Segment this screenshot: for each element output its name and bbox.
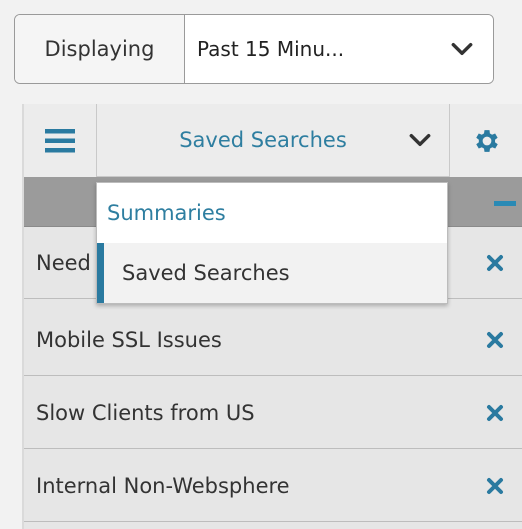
saved-searches-panel: Saved Searches Need Mobile SSL Issues Sl… [22,104,522,529]
saved-search-name: Internal Non-Websphere [36,473,290,498]
saved-search-row[interactable]: Mobile SSL Issues [24,304,522,376]
view-select-label: Saved Searches [179,128,347,152]
remove-icon[interactable] [486,404,504,422]
app-root: Displaying Past 15 Minu... Saved Searche… [0,0,522,529]
chevron-down-icon [409,133,431,147]
saved-search-name: Need [36,250,91,275]
saved-search-row[interactable]: Internal Non-Websphere [24,450,522,522]
chevron-down-icon [451,42,473,56]
time-range-dropdown[interactable]: Past 15 Minu... [185,15,493,83]
saved-search-row[interactable]: Slow Clients from US [24,377,522,449]
remove-icon[interactable] [486,331,504,349]
view-select-dropdown[interactable]: Saved Searches [97,104,450,176]
time-range-value: Past 15 Minu... [197,37,345,61]
saved-search-name: Mobile SSL Issues [36,327,222,352]
menu-button[interactable] [24,104,97,177]
hamburger-icon [45,128,75,152]
menu-item-summaries[interactable]: Summaries [97,183,447,243]
remove-icon[interactable] [486,477,504,495]
gear-icon [476,129,498,152]
settings-button[interactable] [450,104,522,177]
panel-toolbar: Saved Searches [24,104,522,177]
menu-item-saved-searches[interactable]: Saved Searches [97,243,447,303]
saved-search-name: Slow Clients from US [36,400,255,425]
collapse-minus-icon[interactable] [494,201,516,206]
remove-icon[interactable] [486,254,504,272]
time-range-label: Displaying [15,15,185,83]
view-select-menu: Summaries Saved Searches [96,182,448,304]
time-range-selector[interactable]: Displaying Past 15 Minu... [14,14,494,84]
